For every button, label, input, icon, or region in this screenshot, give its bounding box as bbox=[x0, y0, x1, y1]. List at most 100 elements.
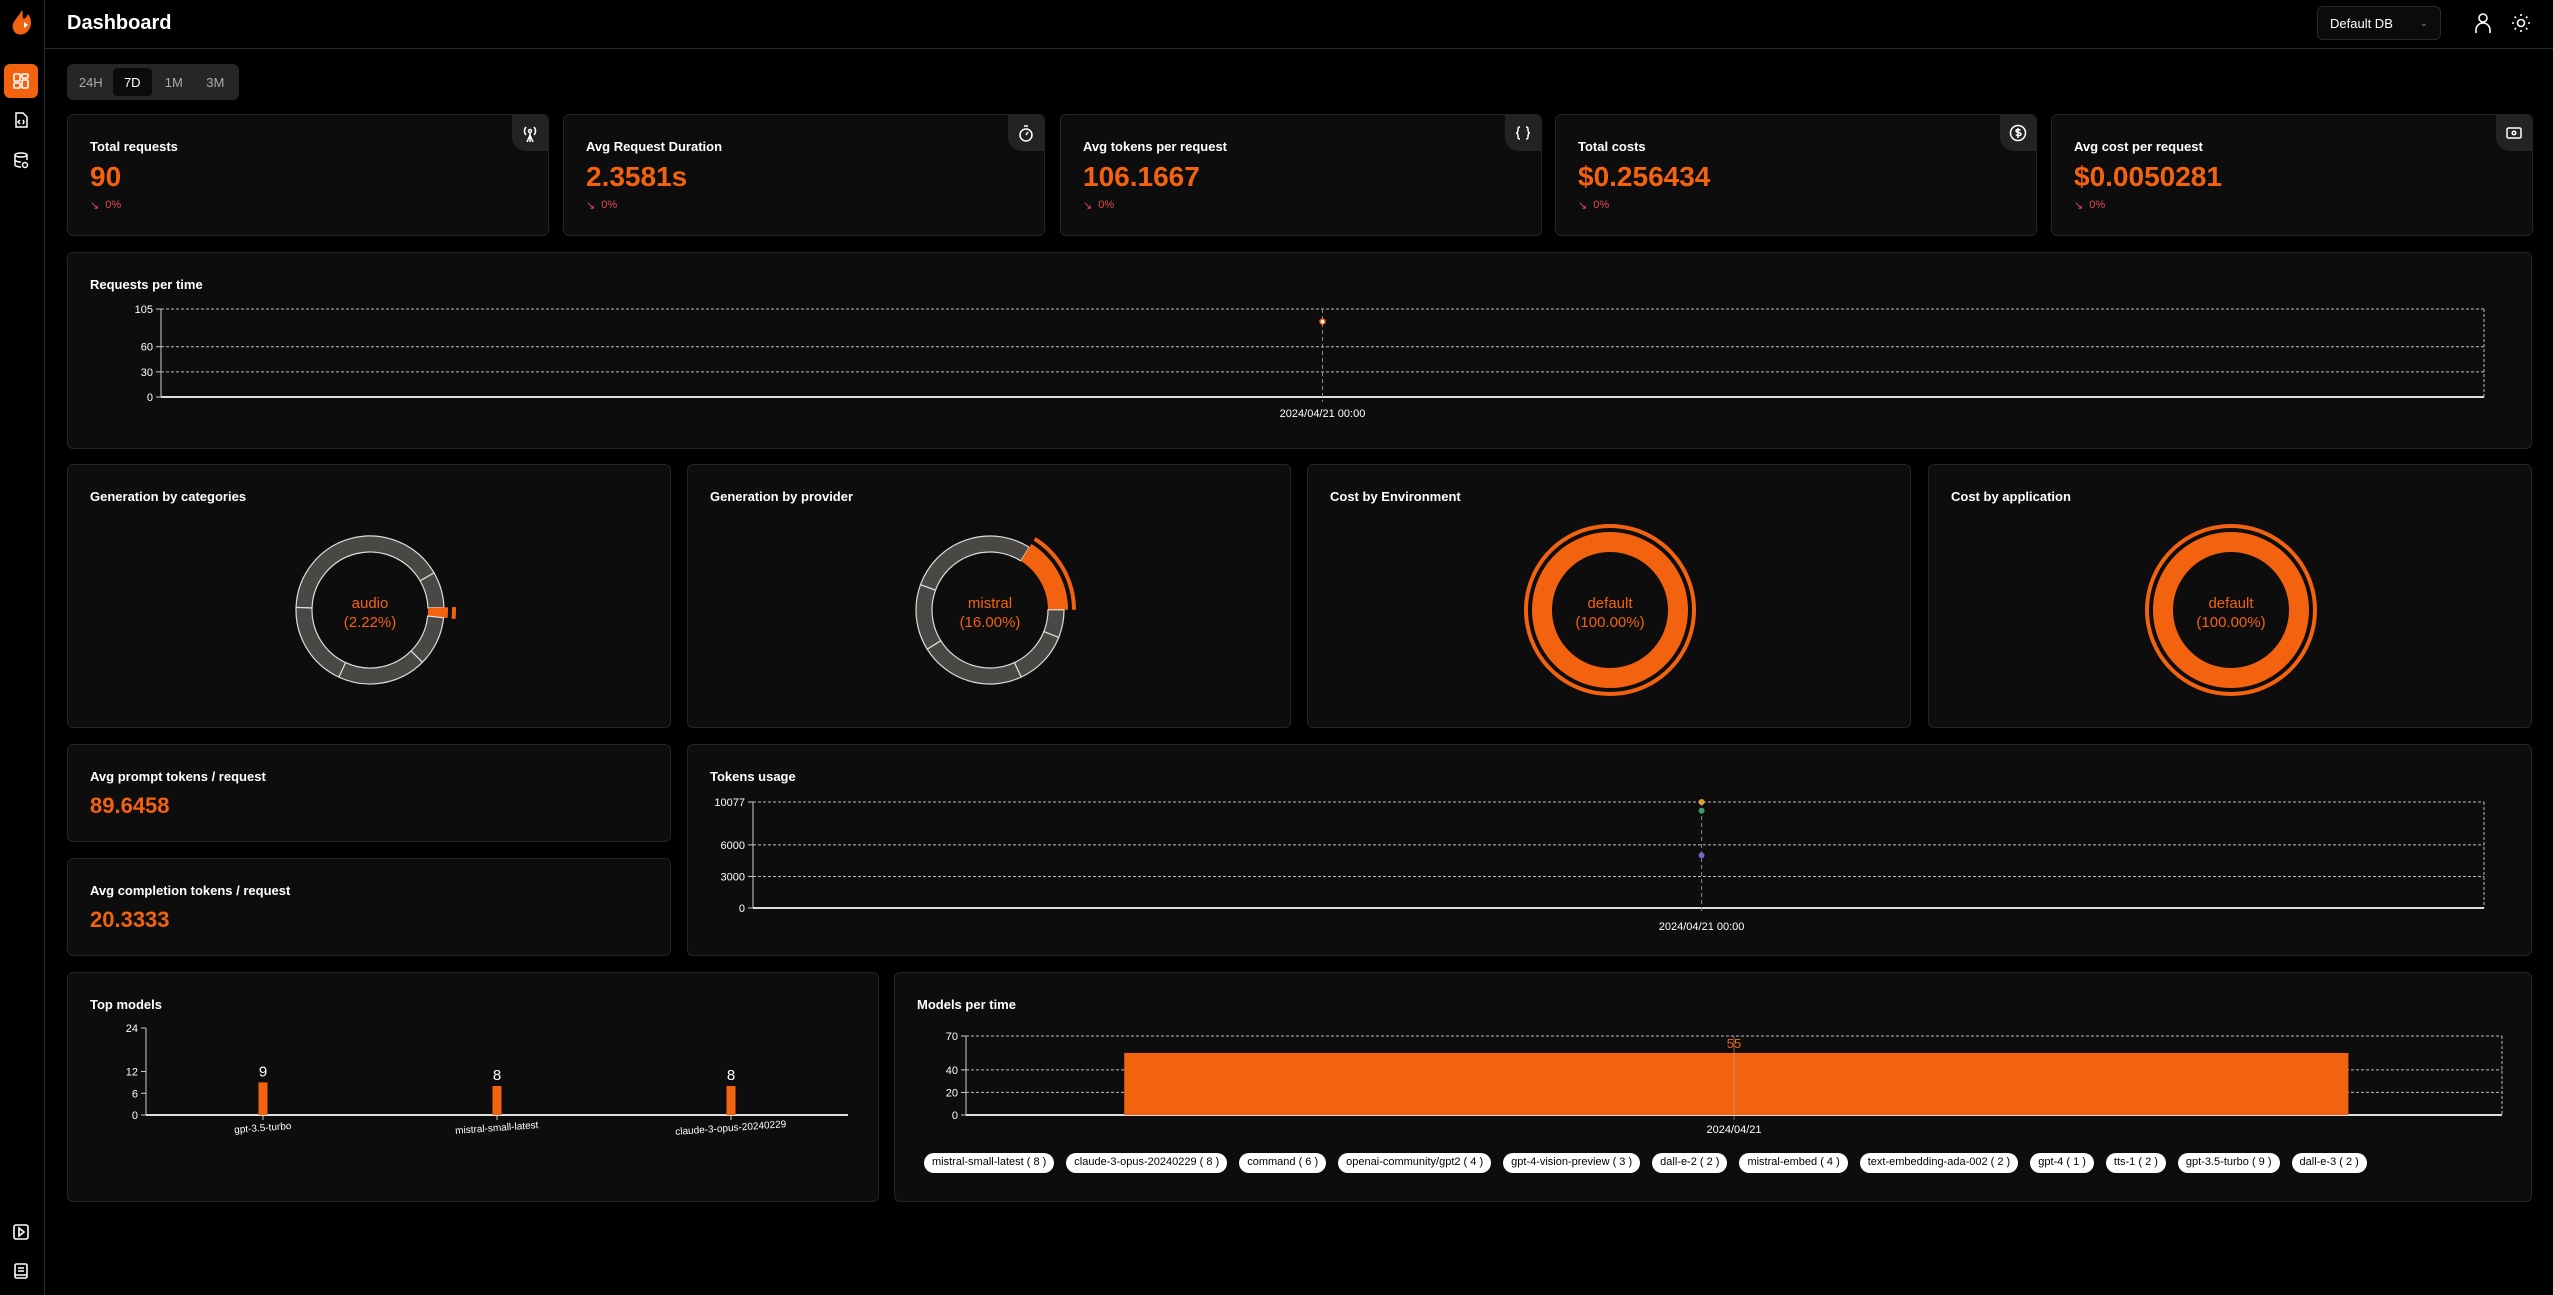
pie-slice[interactable] bbox=[926, 639, 1022, 685]
data-point[interactable] bbox=[1698, 852, 1705, 859]
tab-24h[interactable]: 24H bbox=[71, 68, 111, 96]
x-tick-label: 2024/04/21 00:00 bbox=[1280, 408, 1366, 420]
pie-slice[interactable] bbox=[338, 650, 424, 685]
pie-slice[interactable] bbox=[915, 583, 942, 650]
stat-delta-value: 0% bbox=[601, 199, 618, 211]
y-tick-label: 0 bbox=[739, 903, 745, 915]
pie-slice-highlight[interactable] bbox=[1020, 543, 1068, 610]
stopwatch-icon bbox=[1019, 125, 1033, 142]
bar-value-label: 8 bbox=[727, 1067, 735, 1084]
y-tick-label: 6 bbox=[132, 1088, 138, 1100]
stat-title: Total requests bbox=[90, 139, 178, 154]
stat-icon-tab bbox=[1008, 115, 1044, 151]
legend-chip[interactable]: openai-community/gpt2 ( 4 ) bbox=[1338, 1153, 1492, 1173]
card-title: Tokens usage bbox=[710, 769, 796, 784]
stat-title: Avg tokens per request bbox=[1083, 139, 1228, 154]
tokens-chart: 0 3000 6000 10077 2024/04/21 00:00 bbox=[714, 797, 2485, 933]
donut-center-label: default bbox=[1587, 595, 1633, 612]
sidebar-item-dashboard[interactable] bbox=[4, 64, 38, 98]
pie-slice[interactable] bbox=[419, 572, 445, 609]
stat-card: Total requests 90 ↘ 0% bbox=[67, 114, 549, 236]
legend-chip[interactable]: gpt-3.5-turbo ( 9 ) bbox=[2177, 1153, 2280, 1173]
tab-1m[interactable]: 1M bbox=[154, 68, 194, 96]
trend-down-icon: ↘ bbox=[1083, 200, 1093, 212]
donut-center-percent: (100.00%) bbox=[2196, 614, 2265, 631]
stat-icon-tab bbox=[2000, 115, 2036, 151]
legend-chip[interactable]: mistral-embed ( 4 ) bbox=[1739, 1153, 1848, 1173]
theme-toggle-icon[interactable] bbox=[2511, 13, 2531, 33]
y-tick-label: 60 bbox=[141, 342, 153, 354]
bar-value-label: 9 bbox=[259, 1063, 267, 1080]
legend-chip[interactable]: gpt-4-vision-preview ( 3 ) bbox=[1503, 1153, 1641, 1173]
card-title: Cost by Environment bbox=[1330, 489, 1461, 504]
stat-delta: ↘ 0% bbox=[1083, 199, 1114, 212]
sidebar-item-docs[interactable] bbox=[4, 1254, 38, 1288]
pie-slice[interactable] bbox=[919, 535, 1031, 591]
environment-donut: default (100.00%) bbox=[1523, 524, 1696, 696]
bar[interactable] bbox=[1124, 1052, 2349, 1115]
database-select[interactable]: Default DB ⌄ bbox=[2317, 6, 2441, 40]
stat-delta-value: 0% bbox=[105, 199, 122, 211]
avg-completion-tokens-value: 20.3333 bbox=[90, 907, 170, 932]
data-point[interactable] bbox=[1319, 318, 1326, 325]
stat-card: Total costs $0.256434 ↘ 0% bbox=[1555, 114, 2037, 236]
bar[interactable] bbox=[258, 1082, 268, 1115]
braces-icon bbox=[1515, 126, 1531, 140]
legend-chip[interactable]: text-embedding-ada-002 ( 2 ) bbox=[1859, 1153, 2019, 1173]
x-tick-label: gpt-3.5-turbo bbox=[234, 1121, 292, 1136]
card-title: Models per time bbox=[917, 997, 1016, 1012]
legend-chip[interactable]: command ( 6 ) bbox=[1239, 1153, 1327, 1173]
donut-center-label: default bbox=[2208, 595, 2254, 612]
bar-value-label: 55 bbox=[1727, 1036, 1741, 1051]
trend-down-icon: ↘ bbox=[586, 200, 596, 212]
card-title: Avg prompt tokens / request bbox=[90, 769, 266, 784]
y-tick-label: 12 bbox=[126, 1067, 138, 1079]
legend-chip[interactable]: gpt-4 ( 1 ) bbox=[2030, 1153, 2094, 1173]
bar[interactable] bbox=[492, 1086, 502, 1115]
stat-value: $0.256434 bbox=[1578, 161, 1711, 192]
bar[interactable] bbox=[726, 1086, 736, 1115]
stat-icon-tab bbox=[512, 115, 548, 151]
legend-chip[interactable]: dall-e-3 ( 2 ) bbox=[2291, 1153, 2367, 1173]
provider-donut-card: Generation by provider mistral (16.00%) bbox=[687, 464, 1291, 728]
sidebar bbox=[0, 0, 45, 1295]
database-icon bbox=[14, 152, 29, 169]
application-donut: default (100.00%) bbox=[2144, 524, 2317, 696]
stat-value: 2.3581s bbox=[586, 161, 688, 192]
sidebar-item-requests[interactable] bbox=[4, 103, 38, 137]
user-icon[interactable] bbox=[2473, 12, 2493, 34]
tab-3m[interactable]: 3M bbox=[196, 68, 236, 96]
legend-chip[interactable]: dall-e-2 ( 2 ) bbox=[1652, 1153, 1728, 1173]
pie-slice[interactable] bbox=[1013, 630, 1060, 678]
legend-chip[interactable]: claude-3-opus-20240229 ( 8 ) bbox=[1066, 1153, 1228, 1173]
y-tick-label: 20 bbox=[946, 1087, 958, 1099]
y-tick-label: 0 bbox=[952, 1110, 958, 1122]
stat-value: 90 bbox=[90, 161, 122, 192]
dashboard-icon bbox=[13, 73, 29, 89]
stat-icon-tab bbox=[1505, 115, 1541, 151]
stat-title: Total costs bbox=[1578, 139, 1646, 154]
header: Dashboard Default DB ⌄ bbox=[45, 0, 2553, 49]
provider-donut: mistral (16.00%) bbox=[915, 535, 1076, 685]
application-donut-card: Cost by application default (100.00%) bbox=[1928, 464, 2532, 728]
data-point[interactable] bbox=[1698, 807, 1705, 814]
data-point[interactable] bbox=[1698, 799, 1705, 805]
stat-delta-value: 0% bbox=[1593, 199, 1610, 211]
tab-7d[interactable]: 7D bbox=[112, 68, 152, 96]
donut-center-label: audio bbox=[352, 595, 389, 612]
stat-card: Avg cost per request $0.0050281 ↘ 0% bbox=[2051, 114, 2533, 236]
trend-down-icon: ↘ bbox=[2074, 200, 2084, 212]
pie-slice[interactable] bbox=[295, 606, 347, 678]
y-tick-label: 40 bbox=[946, 1065, 958, 1077]
sidebar-item-playground[interactable] bbox=[4, 1215, 38, 1249]
stat-delta-value: 0% bbox=[1098, 199, 1115, 211]
page-title: Dashboard bbox=[67, 12, 172, 34]
sidebar-item-database[interactable] bbox=[4, 143, 38, 177]
stat-title: Avg Request Duration bbox=[586, 139, 723, 154]
legend-chip[interactable]: mistral-small-latest ( 8 ) bbox=[924, 1153, 1055, 1173]
card-title: Cost by application bbox=[1951, 489, 2071, 504]
x-tick-label: mistral-small-latest bbox=[455, 1120, 539, 1137]
donut-center-percent: (16.00%) bbox=[960, 614, 1021, 631]
dollar-circle-icon bbox=[2009, 124, 2027, 142]
legend-chip[interactable]: tts-1 ( 2 ) bbox=[2105, 1153, 2166, 1173]
